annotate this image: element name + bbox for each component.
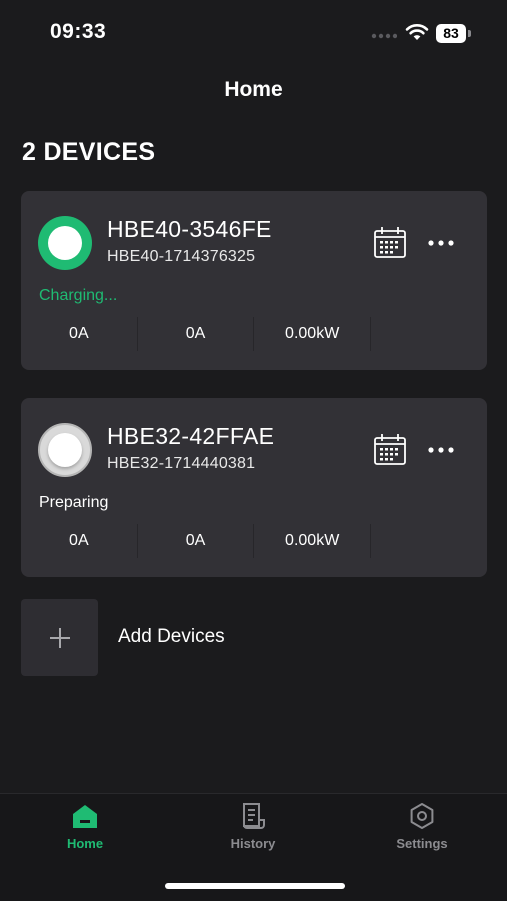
plus-icon [50, 628, 70, 648]
stat-current-1: 0A [21, 524, 138, 558]
more-options-icon[interactable] [427, 436, 455, 464]
home-icon [73, 805, 97, 828]
device-stats: 0A 0A 0.00kW [21, 524, 372, 558]
battery-tip [468, 30, 471, 37]
history-icon [243, 803, 265, 829]
status-time: 09:33 [50, 20, 107, 43]
page-title: Home [224, 78, 283, 101]
device-card[interactable]: HBE32-42FFAE HBE32-1714440381 Preparing … [21, 398, 487, 577]
settings-icon [410, 803, 434, 829]
device-status: Preparing [39, 494, 109, 511]
wifi-icon [405, 23, 429, 40]
calendar-icon[interactable] [373, 225, 407, 259]
home-indicator[interactable] [165, 883, 345, 889]
tab-home-label: Home [66, 836, 104, 851]
stat-current-1: 0A [21, 317, 138, 351]
battery-indicator: 83 [436, 24, 466, 43]
tab-home[interactable]: Home [25, 802, 145, 851]
stat-current-2: 0A [138, 524, 255, 558]
charging-status-icon [38, 216, 92, 270]
device-serial: HBE40-1714376325 [107, 248, 256, 265]
device-status: Charging... [39, 287, 118, 304]
tab-settings-label: Settings [396, 836, 448, 851]
stat-current-2: 0A [138, 317, 255, 351]
device-serial: HBE32-1714440381 [107, 455, 256, 472]
status-bar: 09:33 83 [0, 0, 507, 70]
stat-power: 0.00kW [254, 524, 372, 558]
tab-history[interactable]: History [193, 802, 313, 851]
add-devices-label[interactable]: Add Devices [118, 626, 225, 648]
device-name: HBE40-3546FE [107, 216, 272, 242]
add-devices-button[interactable] [21, 599, 98, 676]
preparing-status-icon [38, 423, 92, 477]
device-name: HBE32-42FFAE [107, 423, 275, 449]
tab-history-label: History [230, 836, 276, 851]
device-stats: 0A 0A 0.00kW [21, 317, 372, 351]
cellular-signal-icon [371, 33, 397, 39]
device-count-heading: 2 DEVICES [22, 138, 156, 166]
device-card[interactable]: HBE40-3546FE HBE40-1714376325 Charging..… [21, 191, 487, 370]
stat-power: 0.00kW [254, 317, 372, 351]
more-options-icon[interactable] [427, 229, 455, 257]
calendar-icon[interactable] [373, 432, 407, 466]
tab-settings[interactable]: Settings [362, 802, 482, 851]
